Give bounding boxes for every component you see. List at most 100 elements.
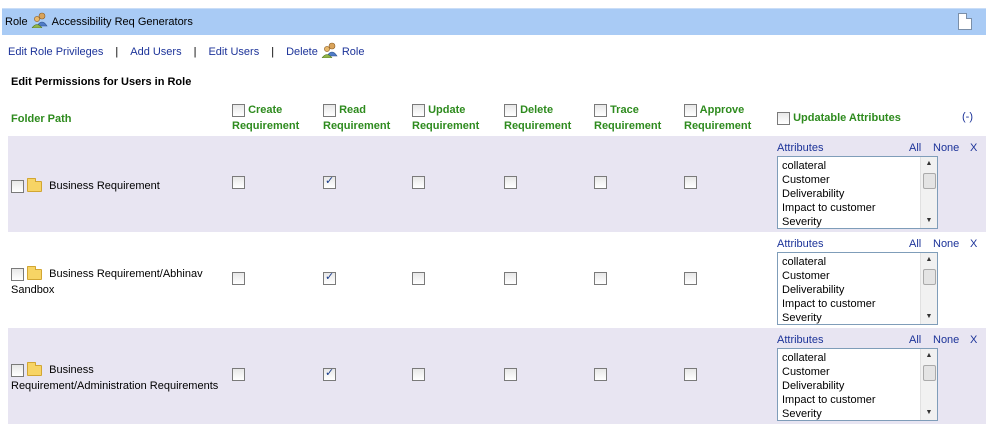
list-item[interactable]: Customer bbox=[782, 269, 937, 283]
folder-icon bbox=[27, 361, 43, 376]
attributes-label: Attributes bbox=[777, 142, 824, 154]
listbox-scrollbar[interactable]: ▲ ▼ bbox=[920, 349, 937, 420]
row-select-checkbox[interactable] bbox=[11, 363, 24, 377]
approve-checkbox[interactable] bbox=[684, 176, 697, 189]
scroll-down-icon[interactable]: ▼ bbox=[921, 406, 937, 420]
folder-cell: Business Requirement/Administration Requ… bbox=[11, 361, 226, 394]
role-name: Accessibility Req Generators bbox=[51, 16, 193, 28]
read-checkbox[interactable] bbox=[323, 366, 336, 381]
folder-path[interactable]: Business Requirement/Abhinav bbox=[49, 268, 202, 280]
updatable-attributes-all-checkbox[interactable] bbox=[777, 111, 790, 125]
create-header-line2: Requirement bbox=[232, 120, 300, 132]
scroll-down-icon[interactable]: ▼ bbox=[921, 214, 937, 228]
edit-role-privileges-link[interactable]: Edit Role Privileges bbox=[8, 46, 103, 58]
update-checkbox[interactable] bbox=[412, 368, 425, 381]
create-all-checkbox[interactable] bbox=[232, 103, 245, 117]
delete-header: Delete Requirement bbox=[504, 102, 571, 134]
attributes-all-link[interactable]: All bbox=[909, 238, 921, 250]
read-checkbox[interactable] bbox=[323, 174, 336, 189]
approve-checkbox[interactable] bbox=[684, 368, 697, 381]
role-users-icon bbox=[321, 42, 339, 59]
folder-path-continued[interactable]: Requirement/Administration Requirements bbox=[11, 380, 218, 392]
list-item[interactable]: collateral bbox=[782, 351, 937, 365]
attributes-clear-link[interactable]: X bbox=[970, 238, 977, 250]
list-item[interactable]: Severity bbox=[782, 311, 937, 324]
scroll-down-icon[interactable]: ▼ bbox=[921, 310, 937, 324]
delete-role-link[interactable]: Delete Role bbox=[286, 42, 364, 60]
folder-path[interactable]: Business bbox=[49, 364, 94, 376]
delete-checkbox[interactable] bbox=[504, 272, 517, 285]
attributes-none-link[interactable]: None bbox=[933, 238, 959, 250]
list-item[interactable]: Impact to customer bbox=[782, 297, 937, 311]
list-item[interactable]: Severity bbox=[782, 407, 937, 420]
attributes-clear-link[interactable]: X bbox=[970, 334, 977, 346]
attributes-listbox[interactable]: collateral Customer Deliverability Impac… bbox=[777, 348, 938, 421]
list-item[interactable]: Customer bbox=[782, 365, 937, 379]
create-checkbox[interactable] bbox=[232, 368, 245, 381]
delete-link-label: Delete bbox=[286, 46, 318, 58]
folder-path[interactable]: Business Requirement bbox=[49, 180, 160, 192]
update-all-checkbox[interactable] bbox=[412, 103, 425, 117]
delete-checkbox[interactable] bbox=[504, 368, 517, 381]
list-item[interactable]: Severity bbox=[782, 215, 937, 228]
folder-cell: Business Requirement/Abhinav Sandbox bbox=[11, 265, 226, 298]
scroll-up-icon[interactable]: ▲ bbox=[921, 157, 937, 171]
collapse-link[interactable]: (-) bbox=[962, 111, 973, 123]
approve-checkbox[interactable] bbox=[684, 272, 697, 285]
attributes-none-link[interactable]: None bbox=[933, 142, 959, 154]
scroll-thumb[interactable] bbox=[923, 173, 936, 189]
listbox-scrollbar[interactable]: ▲ ▼ bbox=[920, 157, 937, 228]
list-item[interactable]: Deliverability bbox=[782, 283, 937, 297]
list-item[interactable]: collateral bbox=[782, 255, 937, 269]
edit-users-link[interactable]: Edit Users bbox=[208, 46, 259, 58]
attributes-none-link[interactable]: None bbox=[933, 334, 959, 346]
section-title: Edit Permissions for Users in Role bbox=[11, 76, 192, 88]
approve-all-checkbox[interactable] bbox=[684, 103, 697, 117]
scroll-thumb[interactable] bbox=[923, 269, 936, 285]
read-checkbox[interactable] bbox=[323, 270, 336, 285]
delete-all-checkbox[interactable] bbox=[504, 103, 517, 117]
scroll-thumb[interactable] bbox=[923, 365, 936, 381]
title-bar: Role Accessibility Req Generators bbox=[2, 8, 986, 35]
create-header-line1: Create bbox=[248, 104, 283, 116]
title-prefix: Role bbox=[5, 16, 28, 28]
create-checkbox[interactable] bbox=[232, 176, 245, 189]
delete-checkbox[interactable] bbox=[504, 176, 517, 189]
attributes-label: Attributes bbox=[777, 238, 824, 250]
add-users-link[interactable]: Add Users bbox=[130, 46, 181, 58]
trace-checkbox[interactable] bbox=[594, 272, 607, 285]
list-item[interactable]: collateral bbox=[782, 159, 937, 173]
read-all-checkbox[interactable] bbox=[323, 103, 336, 117]
folder-path-continued[interactable]: Sandbox bbox=[11, 284, 54, 296]
attributes-all-link[interactable]: All bbox=[909, 142, 921, 154]
attributes-listbox[interactable]: collateral Customer Deliverability Impac… bbox=[777, 156, 938, 229]
row-select-checkbox[interactable] bbox=[11, 179, 24, 193]
trace-header: Trace Requirement bbox=[594, 102, 661, 134]
create-checkbox[interactable] bbox=[232, 272, 245, 285]
listbox-scrollbar[interactable]: ▲ ▼ bbox=[920, 253, 937, 324]
trace-checkbox[interactable] bbox=[594, 176, 607, 189]
attributes-all-link[interactable]: All bbox=[909, 334, 921, 346]
trace-checkbox[interactable] bbox=[594, 368, 607, 381]
scroll-up-icon[interactable]: ▲ bbox=[921, 349, 937, 363]
update-checkbox[interactable] bbox=[412, 272, 425, 285]
list-item[interactable]: Deliverability bbox=[782, 187, 937, 201]
list-item[interactable]: Impact to customer bbox=[782, 201, 937, 215]
document-icon[interactable] bbox=[958, 13, 972, 30]
trace-all-checkbox[interactable] bbox=[594, 103, 607, 117]
list-item[interactable]: Customer bbox=[782, 173, 937, 187]
update-checkbox[interactable] bbox=[412, 176, 425, 189]
scroll-up-icon[interactable]: ▲ bbox=[921, 253, 937, 267]
attributes-controls: Attributes All None X bbox=[777, 334, 987, 348]
list-item[interactable]: Deliverability bbox=[782, 379, 937, 393]
folder-path-header: Folder Path bbox=[11, 113, 72, 125]
attributes-listbox[interactable]: collateral Customer Deliverability Impac… bbox=[777, 252, 938, 325]
attributes-clear-link[interactable]: X bbox=[970, 142, 977, 154]
action-links: Edit Role Privileges | Add Users | Edit … bbox=[8, 42, 364, 60]
list-item[interactable]: Impact to customer bbox=[782, 393, 937, 407]
row-select-checkbox[interactable] bbox=[11, 267, 24, 281]
attributes-label: Attributes bbox=[777, 334, 824, 346]
separator: | bbox=[193, 46, 197, 58]
separator: | bbox=[271, 46, 275, 58]
update-header-line2: Requirement bbox=[412, 120, 480, 132]
